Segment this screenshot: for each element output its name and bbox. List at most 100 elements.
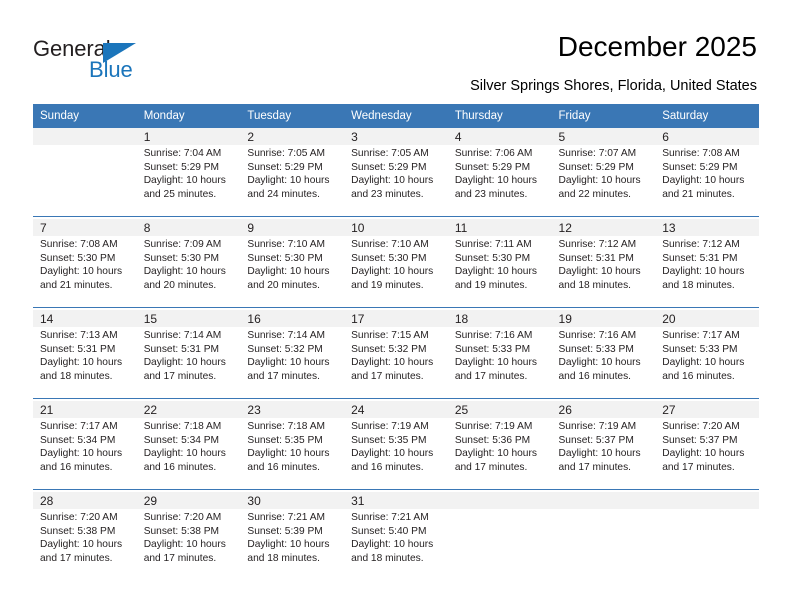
- day-number: 15: [143, 312, 158, 326]
- calendar-day-cell[interactable]: 22 Sunrise: 7:18 AM Sunset: 5:34 PM Dayligh…: [136, 401, 241, 490]
- day-detail: Sunrise: 7:18 AM Sunset: 5:35 PM Daylight:…: [240, 418, 344, 474]
- sunset-text: Sunset: 5:31 PM: [558, 252, 634, 264]
- calendar-day-cell[interactable]: 18 Sunrise: 7:16 AM Sunset: 5:33 PM Dayligh…: [447, 310, 552, 399]
- calendar-day-cell[interactable]: 20 Sunrise: 7:17 AM Sunset: 5:33 PM Dayligh…: [655, 310, 759, 399]
- day-number: 12: [558, 221, 572, 235]
- calendar-day-cell[interactable]: 13 Sunrise: 7:12 AM Sunset: 5:31 PM Dayligh…: [655, 219, 759, 308]
- calendar-day-cell[interactable]: 9 Sunrise: 7:10 AM Sunset: 5:30 PM Daylight…: [240, 219, 345, 308]
- daylight-text-line1: Daylight: 10 hours: [351, 539, 434, 551]
- daylight-text-line1: Daylight: 10 hours: [662, 175, 745, 187]
- day-number-band: [447, 492, 552, 509]
- sunset-text: Sunset: 5:39 PM: [247, 525, 323, 537]
- day-number-band: 6: [655, 128, 759, 145]
- calendar-day-cell[interactable]: 10 Sunrise: 7:10 AM Sunset: 5:30 PM Dayligh…: [344, 219, 448, 308]
- calendar-day-cell[interactable]: 16 Sunrise: 7:14 AM Sunset: 5:32 PM Dayligh…: [240, 310, 345, 399]
- day-number: 4: [454, 130, 462, 144]
- sunrise-text: Sunrise: 7:18 AM: [247, 421, 325, 432]
- calendar-day-cell[interactable]: 29 Sunrise: 7:20 AM Sunset: 5:38 PM Dayligh…: [136, 492, 241, 580]
- day-number: 1: [143, 130, 151, 144]
- calendar-day-cell[interactable]: 8 Sunrise: 7:09 AM Sunset: 5:30 PM Daylight…: [136, 219, 241, 308]
- sunset-text: Sunset: 5:35 PM: [351, 434, 427, 446]
- day-number-band: [655, 492, 759, 509]
- sunset-text: Sunset: 5:30 PM: [454, 252, 531, 264]
- general-blue-logo: General Blue: [33, 36, 233, 82]
- calendar-week-row: 14 Sunrise: 7:13 AM Sunset: 5:31 PM Dayligh…: [33, 310, 759, 399]
- day-number: 27: [662, 403, 676, 417]
- page-title: December 2025: [557, 31, 757, 62]
- sunset-text: Sunset: 5:29 PM: [454, 161, 531, 173]
- calendar-day-cell[interactable]: 28 Sunrise: 7:20 AM Sunset: 5:38 PM Dayligh…: [33, 492, 137, 580]
- sunset-text: Sunset: 5:30 PM: [351, 252, 427, 264]
- day-cell-content: 7 Sunrise: 7:08 AM Sunset: 5:30 PM Daylight…: [33, 219, 137, 307]
- calendar-day-cell[interactable]: 15 Sunrise: 7:14 AM Sunset: 5:31 PM Dayligh…: [136, 310, 241, 399]
- daylight-text-line2: and 16 minutes.: [40, 461, 113, 473]
- sunset-text: Sunset: 5:30 PM: [247, 252, 323, 264]
- day-number: 23: [247, 403, 261, 417]
- day-detail: Sunrise: 7:19 AM Sunset: 5:37 PM Daylight:…: [552, 418, 656, 474]
- sunrise-text: Sunrise: 7:14 AM: [247, 330, 325, 341]
- calendar-day-cell[interactable]: 26 Sunrise: 7:19 AM Sunset: 5:37 PM Dayligh…: [551, 401, 656, 490]
- sunset-text: Sunset: 5:34 PM: [40, 434, 116, 446]
- day-detail: Sunrise: 7:17 AM Sunset: 5:33 PM Daylight:…: [655, 327, 759, 383]
- sunset-text: Sunset: 5:29 PM: [558, 161, 634, 173]
- calendar-day-cell[interactable]: 5 Sunrise: 7:07 AM Sunset: 5:29 PM Daylight…: [551, 128, 656, 217]
- daylight-text-line2: and 18 minutes.: [247, 552, 320, 564]
- calendar-day-cell[interactable]: 17 Sunrise: 7:15 AM Sunset: 5:32 PM Dayligh…: [344, 310, 448, 399]
- day-cell-content: [655, 492, 759, 580]
- day-detail: Sunrise: 7:05 AM Sunset: 5:29 PM Daylight:…: [240, 145, 344, 201]
- day-cell-content: 3 Sunrise: 7:05 AM Sunset: 5:29 PM Daylight…: [344, 128, 448, 216]
- calendar-day-cell[interactable]: 19 Sunrise: 7:16 AM Sunset: 5:33 PM Dayligh…: [551, 310, 656, 399]
- daylight-text-line2: and 17 minutes.: [454, 370, 528, 382]
- calendar-day-cell[interactable]: 3 Sunrise: 7:05 AM Sunset: 5:29 PM Daylight…: [344, 128, 448, 217]
- day-number: 5: [558, 130, 566, 144]
- daylight-text-line1: Daylight: 10 hours: [143, 266, 226, 278]
- calendar-day-cell[interactable]: 2 Sunrise: 7:05 AM Sunset: 5:29 PM Daylight…: [240, 128, 345, 217]
- calendar-day-cell[interactable]: 24 Sunrise: 7:19 AM Sunset: 5:35 PM Dayligh…: [344, 401, 448, 490]
- day-cell-content: [33, 128, 137, 216]
- day-number-band: 14: [33, 310, 137, 327]
- day-number: 30: [247, 494, 261, 508]
- sunrise-text: Sunrise: 7:20 AM: [143, 512, 222, 523]
- day-number-band: 31: [344, 492, 448, 509]
- calendar-day-cell[interactable]: 4 Sunrise: 7:06 AM Sunset: 5:29 PM Daylight…: [447, 128, 552, 217]
- sunrise-text: Sunrise: 7:05 AM: [351, 148, 429, 159]
- calendar-day-cell[interactable]: 21 Sunrise: 7:17 AM Sunset: 5:34 PM Dayligh…: [33, 401, 137, 490]
- day-number: 13: [662, 221, 676, 235]
- calendar-day-cell[interactable]: 27 Sunrise: 7:20 AM Sunset: 5:37 PM Dayligh…: [655, 401, 759, 490]
- sunrise-text: Sunrise: 7:16 AM: [558, 330, 637, 341]
- day-detail: Sunrise: 7:10 AM Sunset: 5:30 PM Daylight:…: [344, 236, 448, 292]
- day-number: [33, 128, 137, 129]
- day-cell-content: 13 Sunrise: 7:12 AM Sunset: 5:31 PM Dayligh…: [655, 219, 759, 307]
- day-number-band: 3: [344, 128, 448, 145]
- daylight-text-line1: Daylight: 10 hours: [40, 448, 123, 460]
- day-number-band: 8: [136, 219, 241, 236]
- day-number: 17: [351, 312, 365, 326]
- day-number-band: 25: [447, 401, 552, 418]
- calendar-day-cell[interactable]: 31 Sunrise: 7:21 AM Sunset: 5:40 PM Dayligh…: [344, 492, 448, 580]
- day-detail: Sunrise: 7:04 AM Sunset: 5:29 PM Daylight:…: [137, 145, 241, 201]
- calendar-day-cell[interactable]: 11 Sunrise: 7:11 AM Sunset: 5:30 PM Dayligh…: [447, 219, 552, 308]
- sunrise-text: Sunrise: 7:05 AM: [247, 148, 325, 159]
- calendar-day-cell: [33, 128, 137, 217]
- calendar-day-cell[interactable]: 23 Sunrise: 7:18 AM Sunset: 5:35 PM Dayligh…: [240, 401, 345, 490]
- day-detail: Sunrise: 7:21 AM Sunset: 5:40 PM Daylight:…: [344, 509, 448, 565]
- calendar-day-cell[interactable]: 25 Sunrise: 7:19 AM Sunset: 5:36 PM Dayligh…: [447, 401, 552, 490]
- day-number: [448, 492, 552, 493]
- daylight-text-line2: and 16 minutes.: [662, 370, 735, 382]
- daylight-text-line2: and 18 minutes.: [558, 279, 632, 291]
- calendar-day-cell[interactable]: 12 Sunrise: 7:12 AM Sunset: 5:31 PM Dayligh…: [551, 219, 656, 308]
- calendar-day-cell[interactable]: 7 Sunrise: 7:08 AM Sunset: 5:30 PM Daylight…: [33, 219, 137, 308]
- sunrise-text: Sunrise: 7:21 AM: [247, 512, 325, 523]
- sunrise-text: Sunrise: 7:17 AM: [662, 330, 740, 341]
- calendar-day-cell[interactable]: 30 Sunrise: 7:21 AM Sunset: 5:39 PM Dayligh…: [240, 492, 345, 580]
- calendar-week-row: 1 Sunrise: 7:04 AM Sunset: 5:29 PM Daylight…: [33, 128, 759, 217]
- sunrise-text: Sunrise: 7:17 AM: [40, 421, 118, 432]
- sunrise-text: Sunrise: 7:12 AM: [662, 239, 740, 250]
- calendar-day-cell[interactable]: 1 Sunrise: 7:04 AM Sunset: 5:29 PM Daylight…: [136, 128, 241, 217]
- daylight-text-line2: and 25 minutes.: [143, 188, 217, 200]
- calendar-day-cell[interactable]: 6 Sunrise: 7:08 AM Sunset: 5:29 PM Daylight…: [655, 128, 759, 217]
- calendar-day-cell[interactable]: 14 Sunrise: 7:13 AM Sunset: 5:31 PM Dayligh…: [33, 310, 137, 399]
- sunset-text: Sunset: 5:33 PM: [454, 343, 531, 355]
- sunrise-text: Sunrise: 7:20 AM: [662, 421, 740, 432]
- weekday-header-row: Sunday Monday Tuesday Wednesday Thursday…: [33, 104, 759, 128]
